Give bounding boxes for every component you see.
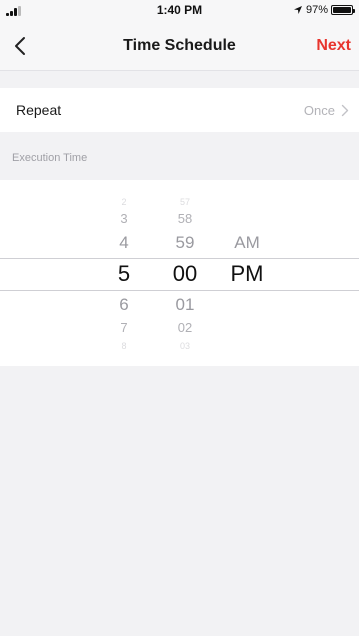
picker-hour-item: 6 — [119, 295, 129, 314]
picker-period-item: AM — [234, 233, 260, 252]
picker-minute-item-selected: 00 — [172, 261, 198, 286]
location-icon — [293, 6, 302, 14]
status-right: 97% — [293, 4, 355, 16]
picker-minute-item: 58 — [177, 211, 193, 226]
picker-minute-item: 01 — [175, 295, 195, 314]
repeat-label: Repeat — [16, 102, 62, 118]
picker-hour-item-selected: 5 — [117, 261, 131, 286]
battery-icon — [331, 5, 355, 15]
repeat-value: Once — [303, 103, 335, 118]
page-title: Time Schedule — [123, 37, 236, 54]
time-picker: 2 3 4 5 6 7 8 57 58 59 00 01 02 03 AM PM — [0, 180, 359, 366]
status-bar: 1:40 PM 97% — [0, 0, 359, 22]
navigation-bar: Time Schedule Next — [0, 22, 359, 71]
picker-hour-item: 7 — [120, 320, 128, 335]
picker-selection-top-line — [0, 258, 359, 259]
repeat-row[interactable]: Repeat Once — [0, 88, 359, 132]
picker-hour-item: 3 — [120, 211, 128, 226]
picker-minute-item: 02 — [177, 320, 193, 335]
chevron-right-icon — [341, 104, 349, 117]
picker-hour-item: 8 — [121, 341, 127, 351]
picker-selection-bottom-line — [0, 290, 359, 291]
picker-period-item-selected: PM — [230, 261, 264, 286]
picker-hour-item: 4 — [119, 233, 129, 252]
battery-percent: 97% — [305, 4, 328, 16]
picker-hour-item: 2 — [121, 197, 127, 207]
picker-minute-item: 59 — [175, 233, 195, 252]
next-button[interactable]: Next — [316, 37, 351, 55]
execution-time-label: Execution Time — [12, 152, 88, 164]
picker-minute-item: 57 — [179, 197, 190, 207]
picker-minute-item: 03 — [179, 341, 190, 351]
